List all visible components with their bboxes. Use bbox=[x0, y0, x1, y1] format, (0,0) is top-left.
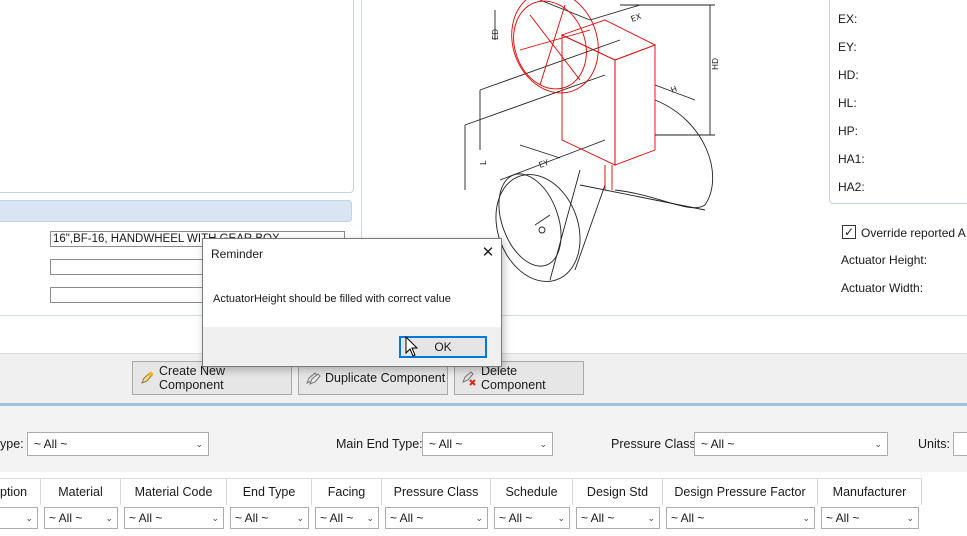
units-select[interactable] bbox=[953, 432, 967, 456]
col-header-design-pressure-factor[interactable]: Design Pressure Factor bbox=[663, 479, 818, 505]
new-component-icon bbox=[139, 370, 155, 386]
col-header-description[interactable]: ption bbox=[0, 479, 41, 505]
delete-component-label: Delete Component bbox=[481, 364, 546, 392]
chevron-down-icon: ⌄ bbox=[25, 513, 33, 523]
dim-label: EY bbox=[538, 158, 551, 170]
chevron-down-icon: ⌄ bbox=[475, 513, 483, 523]
col-header-material[interactable]: Material bbox=[41, 479, 121, 505]
col-header-pressure-class[interactable]: Pressure Class bbox=[382, 479, 491, 505]
param-label-ha1: HA1: bbox=[838, 152, 865, 166]
chevron-down-icon: ⌄ bbox=[557, 513, 565, 523]
col-header-end-type[interactable]: End Type bbox=[227, 479, 312, 505]
dialog-message: ActuatorHeight should be filled with cor… bbox=[213, 293, 451, 305]
chevron-down-icon: ⌄ bbox=[105, 513, 113, 523]
close-icon[interactable]: ✕ bbox=[479, 243, 497, 261]
top-left-panel bbox=[0, 0, 354, 193]
type-filter-select[interactable]: ~ All ~ ⌄ bbox=[27, 432, 209, 456]
col-filter-design-pressure-factor[interactable]: ~ All ~ ⌄ bbox=[666, 507, 815, 529]
col-header-manufacturer[interactable]: Manufacturer bbox=[818, 479, 922, 505]
dim-label: L bbox=[479, 160, 488, 165]
create-component-label: Create New Component bbox=[159, 364, 225, 392]
override-checkbox[interactable]: ✓ bbox=[842, 225, 856, 239]
chevron-down-icon: ⌄ bbox=[874, 439, 882, 449]
override-label: Override reported A bbox=[861, 226, 966, 240]
main-end-type-label: Main End Type: bbox=[336, 437, 423, 451]
col-filter-material-code[interactable]: ~ All ~ ⌄ bbox=[124, 507, 224, 529]
section-header-bar bbox=[0, 200, 352, 222]
param-label-hp: HP: bbox=[838, 124, 859, 138]
col-header-facing[interactable]: Facing bbox=[312, 479, 382, 505]
chevron-down-icon: ⌄ bbox=[296, 513, 304, 523]
chevron-down-icon: ⌄ bbox=[647, 513, 655, 523]
col-filter-design-std[interactable]: ~ All ~ ⌄ bbox=[576, 507, 660, 529]
duplicate-component-label: Duplicate Component bbox=[325, 371, 446, 385]
actuator-height-label: Actuator Height: bbox=[841, 253, 928, 267]
col-filter-facing[interactable]: ~ All ~ ⌄ bbox=[315, 507, 379, 529]
type-filter-label: ype: bbox=[0, 437, 24, 451]
col-header-schedule[interactable]: Schedule bbox=[491, 479, 573, 505]
chevron-down-icon: ⌄ bbox=[906, 513, 914, 523]
chevron-down-icon: ⌄ bbox=[195, 439, 203, 449]
reminder-dialog: Reminder ✕ ActuatorHeight should be fill… bbox=[202, 238, 502, 367]
chevron-down-icon: ⌄ bbox=[366, 513, 374, 523]
actuator-width-label: Actuator Width: bbox=[841, 281, 924, 295]
col-header-design-std[interactable]: Design Std bbox=[573, 479, 663, 505]
col-filter-manufacturer[interactable]: ~ All ~ ⌄ bbox=[821, 507, 919, 529]
units-label: Units: bbox=[918, 437, 950, 451]
col-filter-description[interactable]: ⌄ bbox=[0, 507, 38, 529]
col-header-material-code[interactable]: Material Code bbox=[121, 479, 227, 505]
dim-label: HD bbox=[711, 58, 720, 70]
main-end-type-select[interactable]: ~ All ~ ⌄ bbox=[422, 432, 553, 456]
pressure-class-select[interactable]: ~ All ~ ⌄ bbox=[694, 432, 888, 456]
pressure-class-label: Pressure Class: bbox=[611, 437, 700, 451]
dialog-title: Reminder bbox=[211, 247, 264, 261]
param-label-ex: EX: bbox=[838, 12, 858, 26]
col-filter-schedule[interactable]: ~ All ~ ⌄ bbox=[494, 507, 570, 529]
param-label-hd: HD: bbox=[838, 68, 859, 82]
col-filter-material[interactable]: ~ All ~ ⌄ bbox=[44, 507, 118, 529]
param-label-ha2: HA2: bbox=[838, 180, 865, 194]
dim-label: EX bbox=[630, 12, 643, 24]
dim-label: ED bbox=[491, 29, 500, 40]
col-filter-pressure-class[interactable]: ~ All ~ ⌄ bbox=[385, 507, 488, 529]
delete-icon bbox=[461, 370, 477, 386]
mouse-cursor-icon bbox=[405, 336, 419, 357]
col-filter-end-type[interactable]: ~ All ~ ⌄ bbox=[230, 507, 309, 529]
param-label-ey: EY: bbox=[838, 40, 857, 54]
duplicate-icon bbox=[305, 370, 321, 386]
chevron-down-icon: ⌄ bbox=[802, 513, 810, 523]
chevron-down-icon: ⌄ bbox=[211, 513, 219, 523]
chevron-down-icon: ⌄ bbox=[539, 439, 547, 449]
param-label-hl: HL: bbox=[838, 96, 857, 110]
